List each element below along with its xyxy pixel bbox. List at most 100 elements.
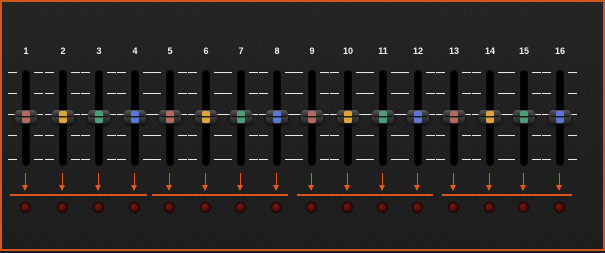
scale-tick bbox=[506, 159, 515, 160]
scale-tick bbox=[506, 72, 515, 73]
channel-led[interactable] bbox=[21, 203, 30, 212]
channel-led[interactable] bbox=[94, 203, 103, 212]
scale-tick bbox=[400, 93, 409, 94]
channel-number: 14 bbox=[484, 46, 495, 56]
channel-led[interactable] bbox=[307, 203, 316, 212]
scale-tick bbox=[532, 159, 541, 160]
scale-tick bbox=[107, 135, 116, 136]
arrow-down-icon bbox=[379, 185, 385, 191]
channel-number: 15 bbox=[518, 46, 529, 56]
fader-knob[interactable] bbox=[549, 110, 571, 124]
channel-number: 7 bbox=[238, 46, 244, 56]
fader-knob[interactable] bbox=[479, 110, 501, 124]
scale-tick bbox=[178, 159, 187, 160]
fader-knob[interactable] bbox=[337, 110, 359, 124]
fader-color-cap bbox=[95, 111, 103, 123]
fader-knob-line bbox=[126, 116, 144, 117]
fader-knob[interactable] bbox=[266, 110, 288, 124]
scale-tick bbox=[81, 93, 90, 94]
fader-knob[interactable] bbox=[52, 110, 74, 124]
fader-knob[interactable] bbox=[15, 110, 37, 124]
arrow-down-icon bbox=[131, 185, 137, 191]
channel-number: 5 bbox=[167, 46, 173, 56]
channel-led[interactable] bbox=[272, 203, 281, 212]
scale-tick bbox=[117, 159, 126, 160]
fader-knob[interactable] bbox=[513, 110, 535, 124]
arrow-down-icon bbox=[520, 185, 526, 191]
fader-knob-line bbox=[161, 116, 179, 117]
scale-tick bbox=[249, 159, 258, 160]
scale-tick bbox=[188, 93, 197, 94]
channel-led[interactable] bbox=[485, 203, 494, 212]
scale-tick bbox=[45, 72, 54, 73]
channel-led[interactable] bbox=[201, 203, 210, 212]
fader-knob[interactable] bbox=[443, 110, 465, 124]
arrow-down-icon bbox=[202, 185, 208, 191]
fader-color-cap bbox=[556, 111, 564, 123]
scale-tick bbox=[8, 135, 17, 136]
scale-tick bbox=[568, 93, 577, 94]
channel-led[interactable] bbox=[58, 203, 67, 212]
scale-tick bbox=[294, 159, 303, 160]
channel-led[interactable] bbox=[130, 203, 139, 212]
scale-tick bbox=[542, 159, 551, 160]
scale-tick bbox=[34, 93, 43, 94]
channel-strip-4: 4 bbox=[116, 2, 154, 253]
fader-knob[interactable] bbox=[88, 110, 110, 124]
scale-tick bbox=[223, 72, 232, 73]
fader-color-cap bbox=[450, 111, 458, 123]
fader-knob[interactable] bbox=[372, 110, 394, 124]
scale-tick bbox=[81, 135, 90, 136]
fader-knob[interactable] bbox=[124, 110, 146, 124]
channel-led[interactable] bbox=[236, 203, 245, 212]
channel-led[interactable] bbox=[378, 203, 387, 212]
arrow-down-icon bbox=[486, 185, 492, 191]
channel-strip-6: 6 bbox=[187, 2, 225, 253]
arrow-down-icon bbox=[59, 185, 65, 191]
fader-color-cap bbox=[202, 111, 210, 123]
scale-tick bbox=[152, 93, 161, 94]
scale-tick bbox=[8, 72, 17, 73]
channel-strip-2: 2 bbox=[44, 2, 82, 253]
fader-knob-line bbox=[90, 116, 108, 117]
scale-tick bbox=[34, 135, 43, 136]
fader-knob[interactable] bbox=[301, 110, 323, 124]
channel-led[interactable] bbox=[555, 203, 564, 212]
scale-tick bbox=[365, 93, 374, 94]
channel-number: 9 bbox=[309, 46, 315, 56]
fader-knob-line bbox=[515, 116, 533, 117]
scale-tick bbox=[436, 159, 445, 160]
scale-tick bbox=[532, 93, 541, 94]
channel-led[interactable] bbox=[343, 203, 352, 212]
fader-knob[interactable] bbox=[230, 110, 252, 124]
fader-knob-line bbox=[374, 116, 392, 117]
scale-tick bbox=[71, 159, 80, 160]
fader-knob-line bbox=[481, 116, 499, 117]
scale-tick bbox=[81, 72, 90, 73]
fader-color-cap bbox=[520, 111, 528, 123]
channel-led[interactable] bbox=[519, 203, 528, 212]
scale-tick bbox=[532, 72, 541, 73]
fader-color-cap bbox=[486, 111, 494, 123]
scale-tick bbox=[330, 72, 339, 73]
channel-led[interactable] bbox=[449, 203, 458, 212]
fader-color-cap bbox=[344, 111, 352, 123]
scale-tick bbox=[45, 159, 54, 160]
fader-color-cap bbox=[308, 111, 316, 123]
fader-knob[interactable] bbox=[407, 110, 429, 124]
scale-tick bbox=[330, 135, 339, 136]
channel-led[interactable] bbox=[413, 203, 422, 212]
scale-tick bbox=[178, 135, 187, 136]
fader-knob[interactable] bbox=[195, 110, 217, 124]
scale-tick bbox=[568, 159, 577, 160]
scale-tick bbox=[472, 159, 481, 160]
scale-tick bbox=[400, 135, 409, 136]
scale-tick bbox=[259, 93, 268, 94]
fader-knob[interactable] bbox=[159, 110, 181, 124]
scale-tick bbox=[436, 93, 445, 94]
scale-tick bbox=[45, 93, 54, 94]
fader-knob-line bbox=[339, 116, 357, 117]
fader-panel: 1 2 3 4 5 6 7 8 9 10 11 12 13 14 15 16 bbox=[0, 0, 605, 251]
scale-tick bbox=[330, 159, 339, 160]
channel-led[interactable] bbox=[165, 203, 174, 212]
